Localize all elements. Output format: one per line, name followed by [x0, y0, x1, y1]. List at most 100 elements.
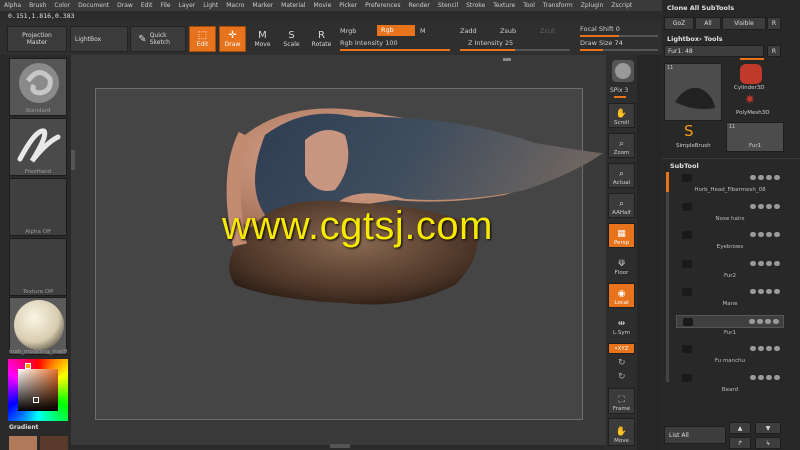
menu-item-light[interactable]: Light — [199, 0, 222, 11]
subtool-toggle-icon[interactable] — [766, 175, 772, 180]
subtool-row[interactable] — [676, 343, 784, 356]
quick-sketch-button[interactable]: ✎ Quick Sketch — [130, 26, 186, 52]
move-up-button[interactable]: ▲ — [729, 422, 751, 434]
subtool-row[interactable] — [676, 314, 784, 328]
z-intensity-track[interactable] — [460, 49, 570, 51]
subtool-toggle-icon[interactable] — [758, 232, 764, 237]
lightbox-tools-button[interactable]: Lightbox› Tools — [667, 35, 723, 43]
menu-item-tool[interactable]: Tool — [519, 0, 539, 11]
menu-item-marker[interactable]: Marker — [248, 0, 277, 11]
menu-item-file[interactable]: File — [156, 0, 174, 11]
menu-item-preferences[interactable]: Preferences — [361, 0, 404, 11]
local-button[interactable]: ◉ Local — [608, 283, 635, 308]
subtool-toggle-icon[interactable] — [766, 374, 772, 380]
subtool-toggle-icon[interactable] — [773, 318, 779, 324]
menu-item-movie[interactable]: Movie — [310, 0, 336, 11]
clone-all-subtools-button[interactable]: Clone All SubTools — [667, 4, 734, 12]
scale-button[interactable]: S Scale — [279, 26, 304, 52]
zsub-button[interactable]: Zsub — [500, 27, 516, 35]
subtool-scrollbar[interactable] — [666, 172, 669, 382]
projection-master-button[interactable]: Projection Master — [7, 26, 67, 52]
goz-r-button[interactable]: R — [767, 17, 781, 30]
scroll-button[interactable]: ✋ Scroll — [608, 103, 635, 128]
menu-item-color[interactable]: Color — [50, 0, 74, 11]
lightbox-button[interactable]: LightBox — [70, 26, 128, 52]
subtool-toggles[interactable] — [749, 318, 779, 324]
subtool-toggle-icon[interactable] — [757, 318, 763, 324]
subtool-row[interactable] — [676, 201, 784, 214]
subtool-toggle-icon[interactable] — [750, 374, 756, 380]
subtool-toggle-icon[interactable] — [774, 374, 780, 380]
subtool-toggle-icon[interactable] — [750, 175, 756, 180]
stroke-thumbnail[interactable] — [9, 118, 67, 176]
subtool-toggles[interactable] — [750, 175, 780, 180]
color-marker[interactable] — [33, 397, 39, 403]
subtool-toggle-icon[interactable] — [758, 260, 764, 266]
rotate-y-icon[interactable]: ↻ — [618, 358, 626, 368]
texture-thumbnail[interactable] — [9, 238, 67, 296]
subtool-row[interactable] — [676, 258, 784, 271]
hue-marker[interactable] — [25, 363, 31, 369]
color-picker[interactable] — [8, 359, 68, 421]
menu-item-stencil[interactable]: Stencil — [434, 0, 462, 11]
fur1-thumbnail[interactable]: 11 Fur1 — [726, 122, 784, 152]
subtool-row[interactable] — [676, 229, 784, 242]
goz-all-button[interactable]: All — [695, 17, 721, 30]
rotate-z-icon[interactable]: ↻ — [618, 372, 626, 382]
material-thumbnail[interactable] — [9, 297, 67, 355]
subtool-toggles[interactable] — [750, 260, 780, 266]
subtool-toggle-icon[interactable] — [766, 203, 772, 209]
move-view-button[interactable]: ✋ Move — [608, 418, 635, 446]
rgb-intensity-track[interactable] — [340, 49, 450, 51]
subtool-toggle-icon[interactable] — [774, 289, 780, 294]
subtool-toggle-icon[interactable] — [749, 318, 755, 324]
menu-item-layer[interactable]: Layer — [175, 0, 200, 11]
menu-item-document[interactable]: Document — [74, 0, 113, 11]
right-scroll-gutter[interactable] — [637, 55, 662, 450]
subtool-toggle-icon[interactable] — [750, 260, 756, 266]
subtool-toggle-icon[interactable] — [774, 203, 780, 209]
subtool-toggle-icon[interactable] — [766, 289, 772, 294]
subtool-toggles[interactable] — [750, 289, 780, 294]
zadd-button[interactable]: Zadd — [460, 27, 477, 35]
subtool-toggle-icon[interactable] — [774, 346, 780, 351]
goz-button[interactable]: GoZ — [664, 17, 694, 30]
menu-item-zscript[interactable]: Zscript — [607, 0, 636, 11]
menu-item-stroke[interactable]: Stroke — [462, 0, 489, 11]
menu-item-material[interactable]: Material — [277, 0, 309, 11]
z-intensity-slider[interactable]: Z Intensity 25 — [468, 39, 513, 47]
top-tray-handle[interactable] — [503, 58, 511, 61]
xyz-button[interactable]: •XYZ — [608, 343, 635, 354]
bottom-tray-handle[interactable] — [330, 444, 350, 448]
subtool-header[interactable]: SubTool — [670, 162, 699, 170]
simplebrush-icon[interactable]: S — [684, 124, 694, 139]
subtool-toggle-icon[interactable] — [765, 318, 771, 324]
m-button[interactable]: M — [420, 27, 426, 35]
focal-shift-slider[interactable]: Focal Shift 0 — [580, 25, 620, 33]
menu-item-brush[interactable]: Brush — [25, 0, 50, 11]
zoom-button[interactable]: ⌕ Zoom — [608, 133, 635, 158]
bpr-button[interactable] — [612, 60, 634, 82]
polymesh-star-icon[interactable]: ✷ — [744, 93, 756, 107]
edit-button[interactable]: ⬚ Edit — [189, 26, 216, 52]
move-top-button[interactable]: ↱ — [729, 437, 751, 449]
mrgb-button[interactable]: Mrgb — [340, 27, 356, 35]
main-color-swatch[interactable] — [9, 436, 37, 450]
focal-shift-track[interactable] — [580, 35, 658, 37]
subtool-toggle-icon[interactable] — [774, 175, 780, 180]
actual-button[interactable]: ⌕ Actual — [608, 163, 635, 188]
subtool-toggle-icon[interactable] — [774, 232, 780, 237]
floor-button[interactable]: ⟱ Floor — [608, 253, 635, 278]
subtool-toggle-icon[interactable] — [750, 203, 756, 209]
subtool-toggle-icon[interactable] — [750, 232, 756, 237]
subtool-toggle-icon[interactable] — [758, 203, 764, 209]
move-down-button[interactable]: ▼ — [755, 422, 781, 434]
current-tool-slider[interactable]: Fur1. 48 — [664, 45, 764, 57]
subtool-row[interactable] — [676, 372, 784, 385]
subtool-toggle-icon[interactable] — [774, 260, 780, 266]
subtool-toggle-icon[interactable] — [766, 346, 772, 351]
menu-item-picker[interactable]: Picker — [335, 0, 361, 11]
subtool-toggles[interactable] — [750, 374, 780, 380]
menu-item-macro[interactable]: Macro — [222, 0, 248, 11]
alpha-thumbnail[interactable] — [9, 178, 67, 236]
